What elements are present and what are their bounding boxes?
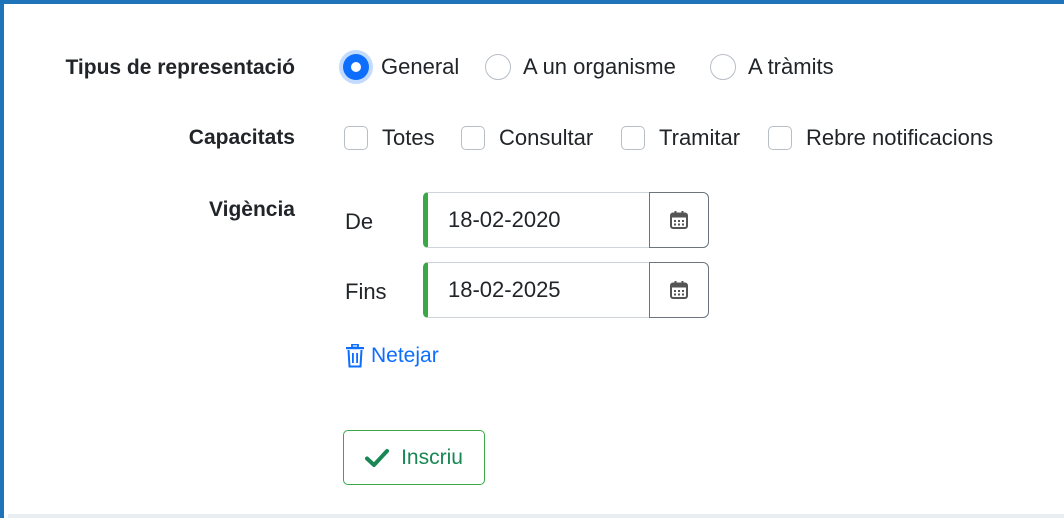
capacitats-label: Capacitats: [188, 126, 295, 149]
checkbox-tramitar[interactable]: Tramitar: [621, 125, 740, 151]
date-to-group: 18-02-2025: [423, 262, 709, 318]
checkbox-totes-label: Totes: [382, 125, 435, 150]
radio-tramits-label: A tràmits: [748, 54, 834, 79]
checkbox-notificacions-input[interactable]: [768, 126, 792, 150]
date-to-calendar-button[interactable]: [649, 262, 709, 318]
date-from-input[interactable]: 18-02-2020: [423, 192, 651, 248]
check-icon: [365, 448, 390, 467]
radio-organisme-input[interactable]: [485, 54, 511, 80]
radio-organisme-label: A un organisme: [523, 54, 676, 79]
panel-bottom-edge: [8, 514, 1064, 518]
inscriu-button-label: Inscriu: [401, 445, 463, 469]
date-from-group: 18-02-2020: [423, 192, 709, 248]
date-to-input[interactable]: 18-02-2025: [423, 262, 651, 318]
radio-organisme[interactable]: A un organisme: [485, 54, 676, 80]
radio-general-label: General: [381, 54, 460, 79]
date-to-label: Fins: [345, 279, 387, 304]
date-from-calendar-button[interactable]: [649, 192, 709, 248]
clear-dates-label: Netejar: [371, 344, 439, 367]
checkbox-consultar[interactable]: Consultar: [461, 125, 593, 151]
calendar-icon: [670, 281, 689, 299]
radio-tramits[interactable]: A tràmits: [710, 54, 834, 80]
tipus-representacio-label: Tipus de representació: [65, 56, 295, 79]
checkbox-consultar-input[interactable]: [461, 126, 485, 150]
checkbox-notificacions[interactable]: Rebre notificacions: [768, 125, 993, 151]
checkbox-tramitar-label: Tramitar: [659, 125, 741, 150]
radio-general[interactable]: General: [343, 54, 459, 80]
date-from-label: De: [345, 209, 374, 234]
inscriu-button[interactable]: Inscriu: [343, 430, 485, 485]
checkbox-totes[interactable]: Totes: [344, 125, 435, 151]
vigencia-label: Vigència: [209, 198, 295, 221]
checkbox-consultar-label: Consultar: [499, 125, 594, 150]
checkbox-tramitar-input[interactable]: [621, 126, 645, 150]
trash-icon: [346, 344, 364, 368]
checkbox-notificacions-label: Rebre notificacions: [806, 125, 994, 150]
calendar-icon: [670, 211, 689, 229]
checkbox-totes-input[interactable]: [344, 126, 368, 150]
radio-general-input[interactable]: [343, 54, 369, 80]
radio-tramits-input[interactable]: [710, 54, 736, 80]
clear-dates-link[interactable]: Netejar: [345, 344, 439, 368]
